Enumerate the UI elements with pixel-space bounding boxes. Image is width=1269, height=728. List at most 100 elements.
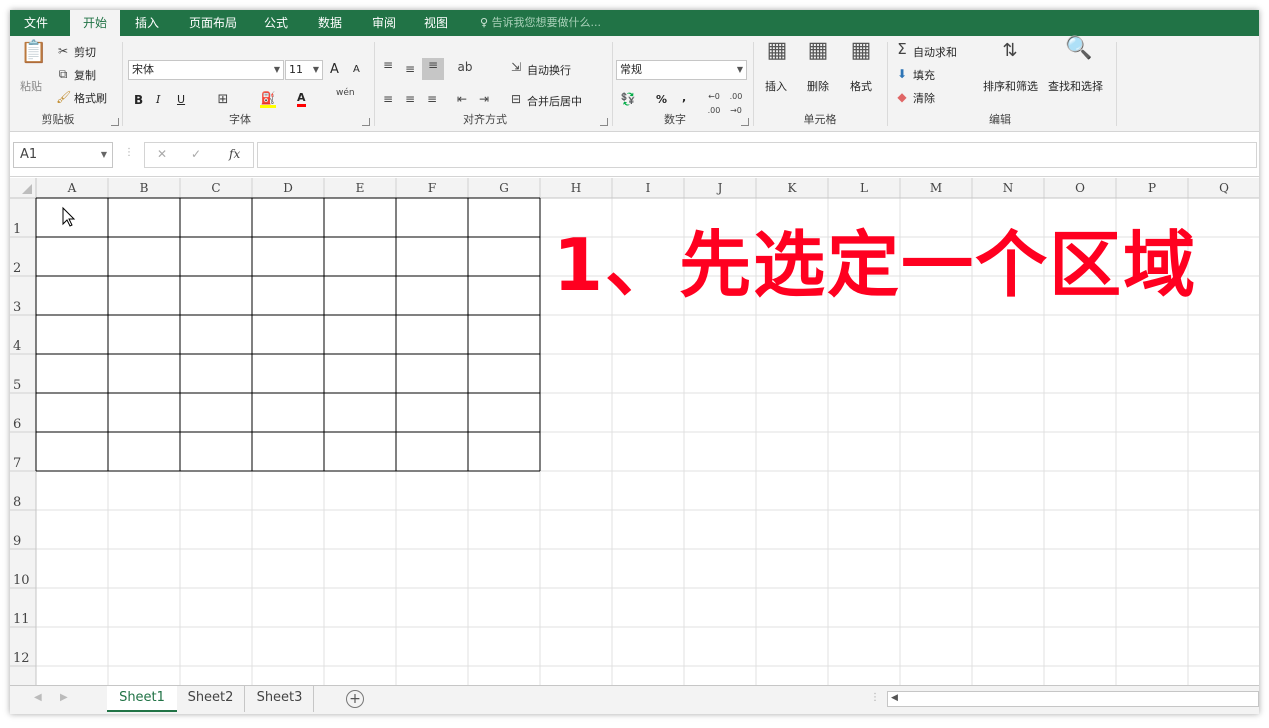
number-format-select[interactable]: 常规 ▼ [616, 60, 747, 80]
bold-button[interactable]: B [134, 93, 143, 107]
italic-button[interactable]: I [156, 93, 160, 106]
row-header[interactable]: 4 [13, 339, 21, 354]
alignment-launcher-icon[interactable] [600, 118, 608, 126]
row-header[interactable]: 5 [13, 378, 21, 393]
column-header[interactable]: C [211, 181, 220, 195]
row-header[interactable]: 9 [13, 534, 21, 549]
percent-button[interactable]: % [656, 93, 667, 106]
horizontal-scrollbar[interactable]: ◀ [887, 691, 1259, 707]
decrease-decimal-icon[interactable]: .00 →0 [726, 90, 746, 118]
shrink-font-button[interactable]: A [353, 64, 360, 75]
column-header[interactable]: B [140, 181, 149, 195]
tab-page-layout[interactable]: 页面布局 [180, 10, 246, 36]
row-header[interactable]: 11 [13, 612, 30, 627]
wrap-text-button[interactable]: 自动换行 [527, 62, 571, 78]
sheet-tab-2[interactable]: Sheet2 [177, 686, 245, 712]
tab-data[interactable]: 数据 [308, 10, 352, 36]
row-header[interactable]: 10 [13, 573, 30, 588]
column-header[interactable]: O [1075, 181, 1085, 195]
column-header[interactable]: I [646, 181, 651, 195]
currency-icon[interactable]: 💱 [620, 92, 636, 106]
tab-view[interactable]: 视图 [416, 10, 456, 36]
row-header[interactable]: 8 [13, 495, 21, 510]
column-header[interactable]: J [716, 181, 723, 195]
tab-home[interactable]: 开始 [70, 10, 120, 38]
row-header[interactable]: 2 [13, 261, 21, 276]
tab-review[interactable]: 审阅 [364, 10, 404, 36]
underline-button[interactable]: U [177, 93, 185, 106]
clear-button[interactable]: 清除 [913, 90, 935, 106]
find-select-button[interactable]: 查找和选择 [1048, 78, 1103, 94]
cancel-button[interactable]: ✕ [157, 147, 167, 161]
resize-dots-icon[interactable]: ⋮ [124, 147, 134, 158]
decrease-indent-icon[interactable]: ⇤ [454, 92, 470, 106]
phonetic-guide-button[interactable]: wén [336, 88, 355, 98]
scroll-left-icon[interactable]: ◀ [34, 692, 42, 703]
column-header[interactable]: E [356, 181, 365, 195]
tab-file[interactable]: 文件 [14, 10, 58, 36]
fill-button[interactable]: 填充 [913, 67, 935, 83]
increase-indent-icon[interactable]: ⇥ [476, 92, 492, 106]
autosum-button[interactable]: 自动求和 [913, 44, 957, 60]
format-cells-button[interactable]: 格式 [850, 78, 872, 94]
split-handle-icon[interactable]: ⋮ [870, 692, 880, 703]
font-size-select[interactable]: 11 ▼ [285, 60, 323, 80]
formula-input[interactable] [257, 142, 1257, 168]
row-header[interactable]: 1 [13, 222, 21, 237]
delete-cells-icon[interactable]: ▦ [805, 40, 831, 62]
column-header[interactable]: P [1148, 181, 1156, 195]
row-header[interactable]: 7 [13, 456, 21, 471]
insert-cells-icon[interactable]: ▦ [764, 40, 790, 62]
column-header[interactable]: F [428, 181, 436, 195]
row-header[interactable]: 12 [13, 651, 30, 666]
cut-button[interactable]: 剪切 [74, 44, 96, 60]
clipboard-launcher-icon[interactable] [111, 118, 119, 126]
format-cells-icon[interactable]: ▦ [848, 40, 874, 62]
align-right-icon[interactable]: ≡ [424, 92, 440, 106]
column-header[interactable]: G [499, 181, 509, 195]
enter-button[interactable]: ✓ [191, 147, 201, 161]
sheet-tab-3[interactable]: Sheet3 [246, 686, 314, 712]
row-header[interactable]: 6 [13, 417, 21, 432]
tell-me-box[interactable]: ♀ 告诉我您想要做什么... [480, 10, 601, 36]
tab-insert[interactable]: 插入 [124, 10, 170, 36]
align-center-icon[interactable]: ≡ [402, 92, 418, 106]
increase-decimal-icon[interactable]: ←0.00 [704, 90, 724, 118]
insert-function-button[interactable]: fx [229, 147, 240, 161]
column-header[interactable]: H [571, 181, 581, 195]
sort-filter-button[interactable]: 排序和筛选 [983, 78, 1038, 94]
name-box[interactable]: A1 ▼ [13, 142, 113, 168]
borders-icon[interactable]: ⊞ [215, 93, 231, 107]
align-left-icon[interactable]: ≡ [380, 92, 396, 106]
grow-font-button[interactable]: A [330, 62, 339, 77]
font-name-select[interactable]: 宋体 ▼ [128, 60, 284, 80]
copy-button[interactable]: 复制 [74, 67, 96, 83]
format-painter-button[interactable]: 格式刷 [74, 90, 107, 106]
column-header[interactable]: Q [1219, 181, 1229, 195]
tab-formulas[interactable]: 公式 [256, 10, 296, 36]
delete-cells-button[interactable]: 删除 [807, 78, 829, 94]
insert-cells-button[interactable]: 插入 [765, 78, 787, 94]
merge-center-button[interactable]: 合并后居中 [527, 93, 582, 109]
fill-color-icon[interactable]: ⛽ [260, 91, 276, 108]
paste-icon[interactable]: 📋 [20, 42, 48, 74]
paste-button[interactable]: 粘贴 [20, 78, 42, 94]
font-launcher-icon[interactable] [362, 118, 370, 126]
orientation-icon[interactable]: ab [454, 60, 476, 74]
column-header[interactable]: K [788, 181, 798, 195]
column-header[interactable]: A [67, 181, 77, 195]
add-sheet-button[interactable]: + [346, 690, 364, 708]
number-launcher-icon[interactable] [741, 118, 749, 126]
comma-button[interactable]: , [682, 91, 686, 104]
scroll-left-icon[interactable]: ◀ [891, 693, 898, 703]
sheet-tab-1[interactable]: Sheet1 [107, 686, 177, 712]
column-header[interactable]: N [1003, 181, 1014, 195]
row-header[interactable]: 3 [13, 300, 21, 315]
font-color-button[interactable]: A [297, 91, 306, 107]
align-top-icon[interactable]: ≡ [380, 58, 396, 72]
scroll-right-icon[interactable]: ▶ [60, 692, 68, 703]
column-header[interactable]: D [283, 181, 293, 195]
align-bottom-icon[interactable]: ≡ [422, 58, 444, 80]
column-header[interactable]: M [930, 181, 942, 195]
column-header[interactable]: L [860, 181, 868, 195]
